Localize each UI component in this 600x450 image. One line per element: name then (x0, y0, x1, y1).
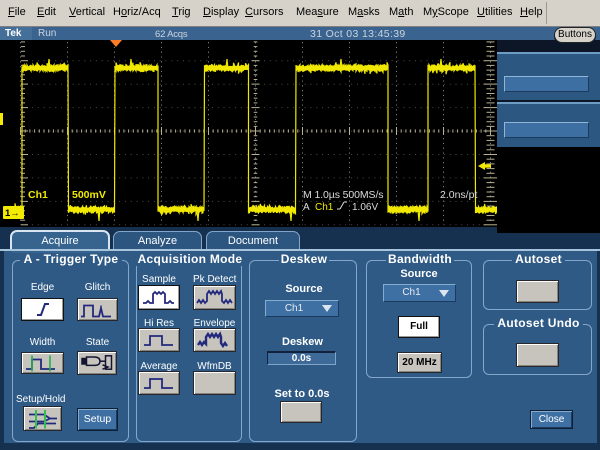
svg-text:A: A (303, 202, 310, 213)
svg-text:M 1.0µs 500MS/s: M 1.0µs 500MS/s (303, 189, 383, 201)
svg-text:2.0ns/pt: 2.0ns/pt (440, 189, 477, 201)
svg-text:Ch1: Ch1 (28, 189, 48, 201)
svg-text:500mV: 500mV (72, 189, 106, 201)
svg-text:1→: 1→ (5, 208, 20, 219)
svg-text:1.06V: 1.06V (352, 202, 378, 213)
svg-text:Ch1: Ch1 (315, 202, 334, 213)
